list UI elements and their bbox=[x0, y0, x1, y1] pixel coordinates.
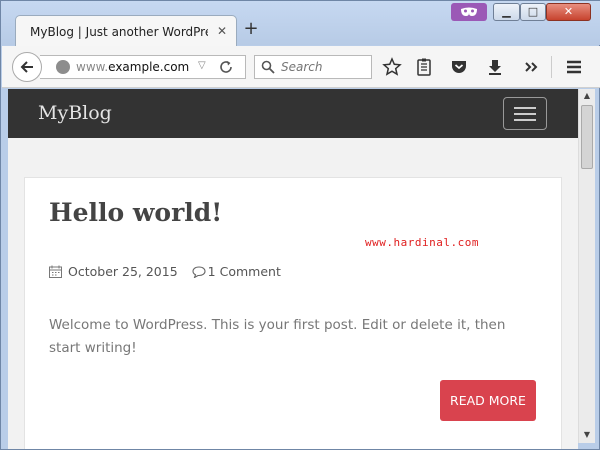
reload-icon[interactable] bbox=[218, 59, 234, 75]
scrollbar-thumb[interactable] bbox=[581, 105, 593, 169]
download-icon[interactable] bbox=[485, 57, 505, 77]
calendar-icon bbox=[49, 265, 62, 278]
search-box[interactable] bbox=[254, 55, 372, 79]
tab-title: MyBlog | Just another WordPre... bbox=[30, 24, 208, 39]
url-text: www.example.com bbox=[76, 60, 190, 74]
hamburger-line bbox=[514, 113, 536, 115]
close-icon[interactable]: ✕ bbox=[216, 25, 228, 37]
comments-link[interactable]: 1 Comment bbox=[208, 264, 281, 279]
scroll-down-arrow-icon[interactable]: ▼ bbox=[581, 429, 593, 441]
reading-list-icon[interactable] bbox=[414, 57, 434, 77]
read-more-button[interactable]: READ MORE bbox=[440, 380, 536, 421]
hamburger-line bbox=[514, 119, 536, 121]
search-icon bbox=[261, 60, 275, 74]
tab-strip: MyBlog | Just another WordPre... ✕ + ▁ □… bbox=[1, 1, 600, 47]
address-bar[interactable]: www.example.com ▽ bbox=[40, 55, 246, 79]
search-input[interactable] bbox=[281, 60, 369, 74]
tab-active[interactable]: MyBlog | Just another WordPre... ✕ bbox=[15, 15, 237, 47]
post-excerpt: Welcome to WordPress. This is your first… bbox=[49, 317, 506, 356]
new-tab-button[interactable]: + bbox=[243, 20, 259, 38]
browser-window: MyBlog | Just another WordPre... ✕ + ▁ □… bbox=[0, 0, 600, 450]
minimize-button[interactable]: ▁ bbox=[493, 3, 520, 21]
site-header: MyBlog bbox=[8, 89, 578, 138]
toolbar-separator bbox=[551, 56, 552, 78]
vertical-scrollbar[interactable]: ▲ ▼ bbox=[578, 89, 595, 443]
pocket-icon[interactable] bbox=[449, 57, 469, 77]
private-mask-icon[interactable] bbox=[451, 3, 487, 21]
navigation-toolbar: www.example.com ▽ bbox=[2, 46, 600, 88]
site-title[interactable]: MyBlog bbox=[38, 102, 112, 124]
post-meta: October 25, 2015 1 Comment bbox=[49, 264, 281, 279]
arrow-left-icon bbox=[20, 61, 33, 73]
page-viewport: MyBlog Hello world! www.hardinal.com Oct… bbox=[8, 89, 578, 449]
back-button[interactable] bbox=[12, 52, 42, 82]
post-title[interactable]: Hello world! bbox=[49, 198, 222, 227]
watermark-text: www.hardinal.com bbox=[365, 236, 479, 249]
maximize-button[interactable]: □ bbox=[520, 3, 546, 21]
globe-icon bbox=[56, 60, 70, 74]
post-date[interactable]: October 25, 2015 bbox=[68, 264, 178, 279]
scroll-up-arrow-icon[interactable]: ▲ bbox=[581, 90, 593, 102]
hamburger-line bbox=[514, 107, 536, 109]
overflow-chevrons-icon[interactable] bbox=[521, 57, 541, 77]
menu-toggle-button[interactable] bbox=[503, 97, 547, 130]
hamburger-menu-icon[interactable] bbox=[564, 57, 584, 77]
comment-icon bbox=[192, 265, 206, 278]
post-card: Hello world! www.hardinal.com October 25… bbox=[24, 177, 562, 449]
chevron-down-icon[interactable]: ▽ bbox=[198, 60, 206, 71]
bookmark-star-icon[interactable] bbox=[382, 57, 402, 77]
window-close-button[interactable]: ✕ bbox=[546, 3, 591, 21]
